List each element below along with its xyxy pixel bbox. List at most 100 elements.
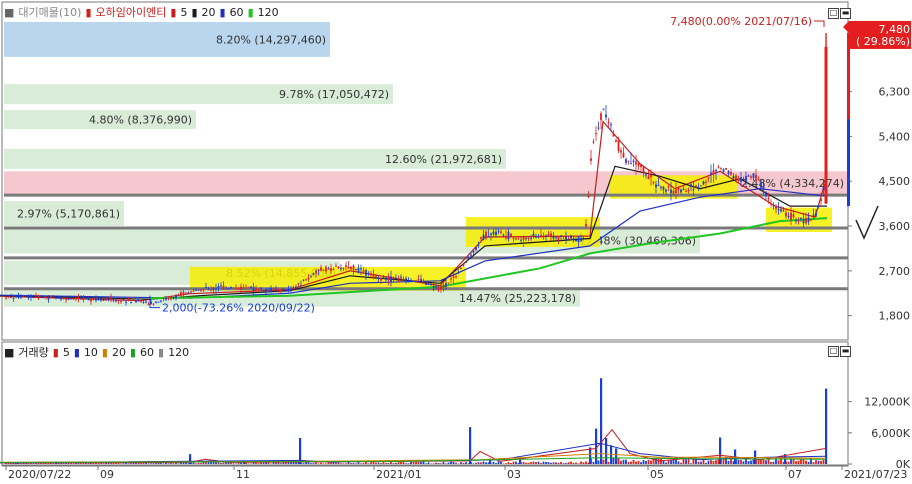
volume-bar <box>98 463 100 464</box>
volume-bar <box>465 462 467 464</box>
candle-body <box>210 290 212 291</box>
volume-bar <box>200 463 202 464</box>
candle-body <box>465 262 467 263</box>
candle-body <box>650 175 652 177</box>
volume-bar <box>758 460 760 464</box>
candle-body <box>623 153 625 157</box>
candle-body <box>655 184 657 187</box>
candle-body <box>620 150 622 152</box>
time-tick-label: 09 <box>100 468 114 481</box>
volume-restore-icon[interactable]: □ <box>828 346 839 357</box>
volume-spike-bar <box>595 429 597 464</box>
candle-body <box>283 289 285 290</box>
volume-panel <box>0 342 848 466</box>
volume-bar <box>435 463 437 464</box>
candle-body <box>730 172 732 175</box>
time-tick-label: 2021/07/23 <box>844 468 907 481</box>
candle-body <box>525 238 527 239</box>
candle-body <box>493 232 495 235</box>
candle-body <box>313 273 315 274</box>
volume-bar <box>358 462 360 464</box>
restore-icon[interactable]: □ <box>828 8 839 19</box>
candle-body <box>383 277 385 278</box>
candle-body <box>783 210 785 211</box>
candle-body <box>288 289 290 291</box>
volume-bar <box>433 463 435 464</box>
volume-bar <box>585 461 587 464</box>
candle-body <box>345 265 347 267</box>
candle-body <box>5 298 7 299</box>
volume-bar <box>415 462 417 464</box>
candle-body <box>660 187 662 188</box>
candle-body <box>790 213 792 221</box>
collapse-icon[interactable]: ▬ <box>840 8 851 19</box>
candle-body <box>315 271 317 274</box>
volume-bar <box>35 463 37 464</box>
volume-bar <box>173 463 175 464</box>
candle-body <box>115 300 117 301</box>
volume-bar <box>558 463 560 464</box>
candle-body <box>325 267 327 271</box>
candle-body <box>423 281 425 282</box>
candle-body <box>605 115 607 118</box>
candle-body <box>575 240 577 241</box>
volume-tick-label: 12,000K <box>864 396 910 409</box>
candle-body <box>630 163 632 164</box>
candle-body <box>658 185 660 186</box>
candle-body <box>303 280 305 281</box>
volume-bar <box>550 463 552 464</box>
volume-bar <box>775 457 777 464</box>
candle-body <box>758 179 760 180</box>
candle-body <box>813 215 815 216</box>
candle-body <box>810 220 812 221</box>
volume-legend-toggle-icon[interactable]: ■ <box>4 346 14 359</box>
volume-collapse-icon[interactable]: ▬ <box>840 346 851 357</box>
volume-bar <box>120 463 122 464</box>
candle-body <box>205 287 207 288</box>
price-legend-toggle-icon[interactable]: ■ <box>4 6 14 19</box>
volume-legend: ■ 거래량 ▮ 5 ▮ 10 ▮ 20 ▮ 60 ▮ 120 <box>4 345 189 359</box>
candle-body <box>373 274 375 278</box>
candle-body <box>15 296 17 298</box>
volume-bar <box>620 461 622 464</box>
volume-bar <box>573 463 575 464</box>
time-tick-label: 11 <box>236 468 250 481</box>
candle-body <box>428 284 430 285</box>
volume-bar <box>303 463 305 464</box>
candle-body <box>653 182 655 183</box>
candle-body <box>515 238 517 239</box>
volume-bar <box>658 459 660 464</box>
ma60-label: 60 <box>230 6 244 19</box>
candle-body <box>198 289 200 290</box>
candle-body <box>280 289 282 292</box>
supply-zone-label: 2.97% (5,170,861) <box>17 208 120 221</box>
candle-body <box>18 294 20 297</box>
volume-bar <box>728 461 730 464</box>
volume-bar <box>815 460 817 464</box>
candle-body <box>633 161 635 163</box>
axis-profile-down <box>847 119 850 206</box>
candle-body <box>708 177 710 178</box>
volume-bar <box>515 462 517 464</box>
candle-body <box>535 236 537 237</box>
candle-body <box>348 267 350 269</box>
candle-body <box>185 293 187 294</box>
candle-body <box>318 270 320 271</box>
volume-bar <box>795 461 797 464</box>
candle-body <box>398 280 400 281</box>
volume-bar <box>500 462 502 464</box>
time-tick-label: 2020/07/22 <box>8 468 71 481</box>
candle-body <box>328 268 330 269</box>
candle-body <box>488 236 490 237</box>
candle-body <box>765 192 767 196</box>
candle-body <box>65 299 67 300</box>
volume-bar <box>633 460 635 464</box>
cursor-check-mark <box>856 206 878 238</box>
volume-bar <box>678 461 680 464</box>
candle-body <box>118 300 120 301</box>
volume-bar <box>178 463 180 464</box>
chart-canvas[interactable]: 8.20% (14,297,460)9.78% (17,050,472)4.80… <box>0 0 912 481</box>
volume-bar <box>163 463 165 464</box>
volume-bar <box>408 463 410 464</box>
volume-bar <box>353 463 355 464</box>
